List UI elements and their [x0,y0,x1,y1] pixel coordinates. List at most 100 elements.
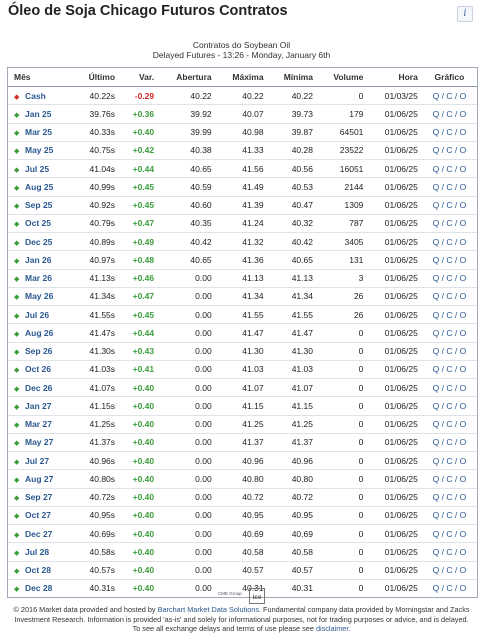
link-separator: / [452,510,460,521]
contract-month-link[interactable]: May 25 [25,145,53,155]
month-cell: ◆ Dec 27 [8,524,74,544]
chart-links-cell: Q / C / O [421,542,477,562]
volume-cell: 0 [316,323,368,343]
contract-month-link[interactable]: Dec 25 [25,237,52,247]
options-link[interactable]: O [460,346,467,356]
contract-month-link[interactable]: Mar 25 [25,127,52,137]
open-cell: 40.42 [158,232,216,252]
col-header-volume[interactable]: Volume [316,68,368,87]
disclaimer-link[interactable]: disclaimer [316,624,348,633]
contract-month-link[interactable]: Jul 26 [25,310,49,320]
options-link[interactable]: O [460,364,467,374]
options-link[interactable]: O [460,474,467,484]
table-row: ◆ Dec 25 40.89s +0.49 40.42 41.32 40.42 3405 01/… [8,232,477,252]
contract-month-link[interactable]: Aug 25 [25,182,53,192]
contract-month-link[interactable]: Mar 26 [25,273,52,283]
contract-month-link[interactable]: Oct 27 [25,510,51,520]
low-cell: 40.32 [267,214,317,234]
change-cell: -0.29 [119,86,159,106]
contract-month-link[interactable]: Aug 27 [25,474,53,484]
options-link[interactable]: O [460,237,467,247]
open-cell: 0.00 [158,323,216,343]
options-link[interactable]: O [460,182,467,192]
info-icon[interactable]: i [457,6,473,22]
options-link[interactable]: O [460,218,467,228]
options-link[interactable]: O [460,456,467,466]
open-cell: 40.38 [158,141,216,161]
contract-month-link[interactable]: Sep 25 [25,200,52,210]
chart-links-cell: Q / C / O [421,342,477,361]
contract-month-link[interactable]: Oct 26 [25,364,51,374]
options-link[interactable]: O [460,273,467,283]
options-link[interactable]: O [460,510,467,520]
options-link[interactable]: O [460,437,467,447]
volume-cell: 23522 [316,141,368,161]
chart-links-cell: Q / C / O [421,433,477,453]
contract-month-link[interactable]: Sep 27 [25,492,52,502]
contract-month-link[interactable]: Sep 26 [25,346,52,356]
options-link[interactable]: O [460,547,467,557]
options-link[interactable]: O [460,200,467,210]
contract-month-link[interactable]: Jan 26 [25,255,51,265]
table-row: ◆ Oct 27 40.95s +0.40 0.00 40.95 40.95 0 01/06/2… [8,506,477,526]
options-link[interactable]: O [460,401,467,411]
col-header-month[interactable]: Mês [8,68,74,87]
link-separator: / [452,236,460,247]
barchart-link[interactable]: Barchart Market Data Solutions [158,605,259,614]
arrow-up-icon: ◆ [14,568,20,576]
arrow-up-icon: ◆ [14,166,20,174]
options-link[interactable]: O [460,164,467,174]
options-link[interactable]: O [460,492,467,502]
options-link[interactable]: O [460,91,467,101]
time-cell: 01/06/25 [367,488,422,507]
options-link[interactable]: O [460,291,467,301]
delayed-futures-note: Delayed Futures - 13:26 - Monday, Januar… [152,50,331,60]
contract-month-link[interactable]: May 27 [25,437,53,447]
options-link[interactable]: O [460,383,467,393]
low-cell: 40.57 [267,561,317,580]
contract-month-link[interactable]: May 26 [25,291,53,301]
options-link[interactable]: O [460,419,467,429]
last-price-cell: 40.58s [73,542,120,562]
col-header-last[interactable]: Último [73,68,120,87]
col-header-low[interactable]: Mínima [267,68,317,87]
low-cell: 40.42 [267,232,317,252]
contract-month-link[interactable]: Jan 27 [25,401,51,411]
contract-month-link[interactable]: Jul 25 [25,164,49,174]
month-cell: ◆ May 26 [8,287,74,307]
contract-month-link[interactable]: Mar 27 [25,419,52,429]
col-header-high[interactable]: Máxima [215,68,268,87]
options-link[interactable]: O [460,310,467,320]
options-link[interactable]: O [460,145,467,155]
contract-month-link[interactable]: Oct 28 [25,565,51,575]
contract-month-link[interactable]: Dec 27 [25,529,52,539]
contract-month-link[interactable]: Aug 26 [25,328,53,338]
table-row: ◆ Sep 27 40.72s +0.40 0.00 40.72 40.72 0 01/06/2… [8,488,477,507]
low-cell: 40.58 [267,542,317,562]
col-header-time[interactable]: Hora [367,68,422,87]
col-header-open[interactable]: Abertura [158,68,216,87]
contract-month-link[interactable]: Dec 26 [25,383,52,393]
options-link[interactable]: O [460,328,467,338]
volume-cell: 179 [316,104,368,124]
link-separator: / [452,382,460,393]
contract-month-link[interactable]: Jul 27 [25,456,49,466]
last-price-cell: 41.34s [73,287,120,307]
last-price-cell: 40.89s [73,232,120,252]
month-cell: ◆ Jul 25 [8,159,74,179]
options-link[interactable]: O [460,565,467,575]
options-link[interactable]: O [460,109,467,119]
open-cell: 0.00 [158,378,216,398]
contract-month-link[interactable]: Cash [25,91,46,101]
contract-month-link[interactable]: Jan 25 [25,109,51,119]
col-header-change[interactable]: Var. [119,68,159,87]
month-cell: ◆ Oct 27 [8,506,74,526]
options-link[interactable]: O [460,529,467,539]
options-link[interactable]: O [460,127,467,137]
contract-month-link[interactable]: Oct 25 [25,218,51,228]
last-price-cell: 41.15s [73,396,120,416]
open-cell: 0.00 [158,269,216,288]
options-link[interactable]: O [460,255,467,265]
contract-month-link[interactable]: Jul 28 [25,547,49,557]
chart-links-cell: Q / C / O [421,86,477,106]
